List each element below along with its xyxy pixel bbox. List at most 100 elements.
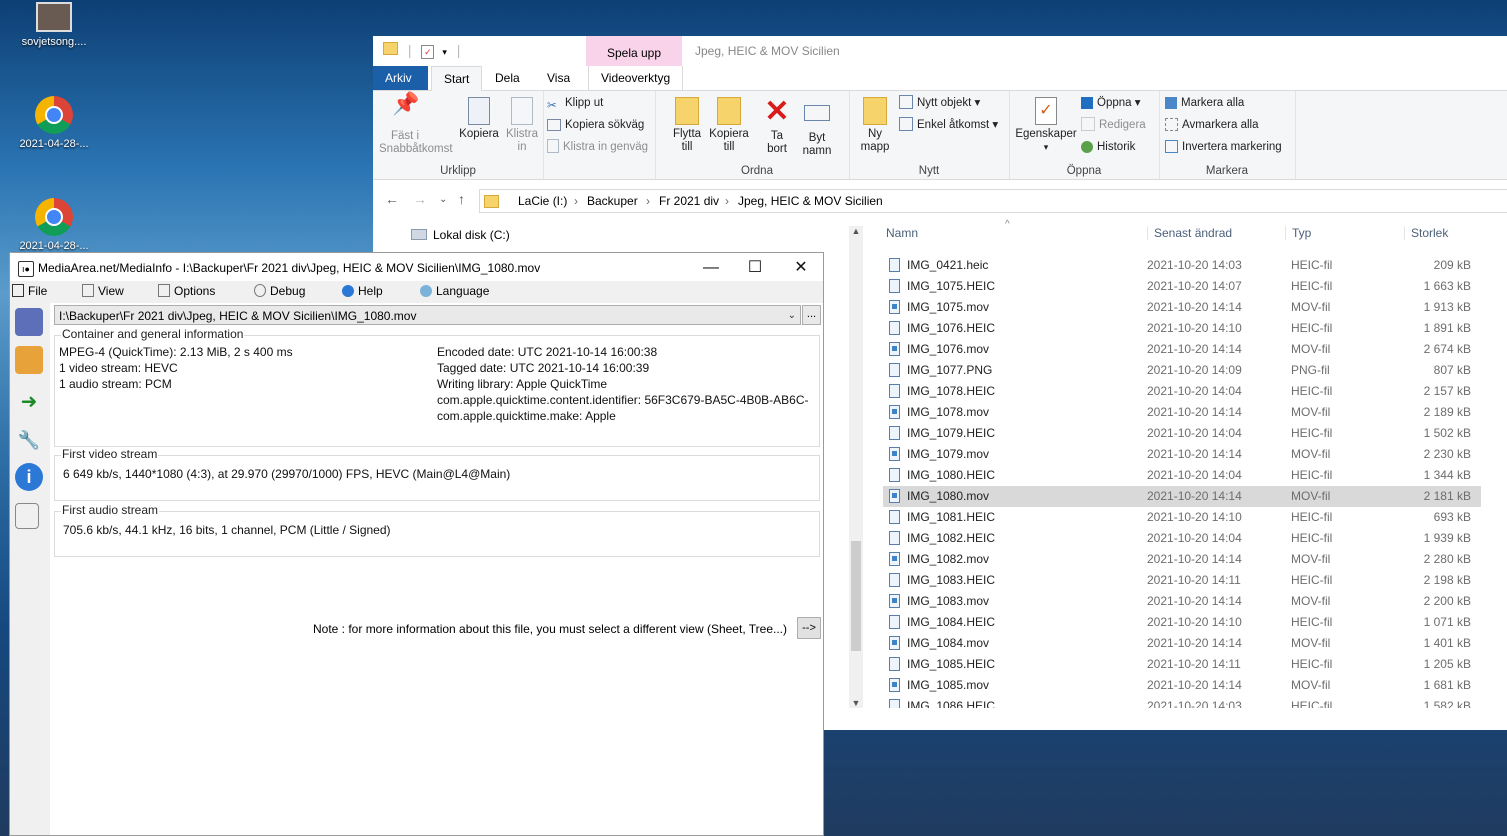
file-date: 2021-10-20 14:07 — [1147, 279, 1242, 293]
file-row[interactable]: IMG_1076.HEIC 2021-10-20 14:10 HEIC-fil 1 8… — [883, 318, 1481, 339]
file-name: IMG_1083.HEIC — [907, 573, 996, 587]
video-stream-box: First video stream 6 649 kb/s, 1440*1080… — [54, 447, 820, 501]
file-type: HEIC-fil — [1291, 384, 1333, 398]
menu-file[interactable]: File — [12, 284, 47, 298]
chrome-icon — [35, 198, 73, 236]
file-row[interactable]: IMG_1076.mov 2021-10-20 14:14 MOV-fil 2 674… — [883, 339, 1481, 360]
file-size: 2 230 kB — [1423, 447, 1471, 461]
file-size: 209 kB — [1433, 258, 1471, 272]
video-file-icon — [889, 552, 900, 566]
file-type: HEIC-fil — [1291, 657, 1333, 671]
file-type: MOV-fil — [1291, 342, 1331, 356]
file-size: 2 157 kB — [1423, 384, 1471, 398]
view-note: Note : for more information about this f… — [313, 622, 787, 636]
file-type: HEIC-fil — [1291, 468, 1333, 482]
minimize-button[interactable]: — — [696, 257, 726, 279]
file-name: IMG_1083.mov — [907, 594, 990, 608]
file-row[interactable]: IMG_1075.mov 2021-10-20 14:14 MOV-fil 1 913… — [883, 297, 1481, 318]
file-size: 1 401 kB — [1423, 636, 1471, 650]
file-type: HEIC-fil — [1291, 426, 1333, 440]
file-row[interactable]: IMG_1079.mov 2021-10-20 14:14 MOV-fil 2 230… — [883, 444, 1481, 465]
file-size: 2 181 kB — [1423, 489, 1471, 503]
mediainfo-sidebar: ➜ 🔧 i — [10, 303, 50, 835]
file-type: HEIC-fil — [1291, 510, 1333, 524]
menubar: File View Options Debug Help Language — [10, 281, 823, 303]
file-row[interactable]: IMG_1080.mov 2021-10-20 14:14 MOV-fil 2 181… — [883, 486, 1481, 507]
debug-menu-icon — [254, 284, 266, 297]
file-row[interactable]: IMG_1077.PNG 2021-10-20 14:09 PNG-fil 807 k… — [883, 360, 1481, 381]
file-size: 1 502 kB — [1423, 426, 1471, 440]
file-path-select[interactable]: I:\Backuper\Fr 2021 div\Jpeg, HEIC & MOV… — [54, 305, 801, 325]
file-date: 2021-10-20 14:03 — [1147, 699, 1242, 708]
file-row[interactable]: IMG_1080.HEIC 2021-10-20 14:04 HEIC-fil 1 3… — [883, 465, 1481, 486]
file-size: 1 663 kB — [1423, 279, 1471, 293]
file-row[interactable]: IMG_1083.HEIC 2021-10-20 14:11 HEIC-fil 2 1… — [883, 570, 1481, 591]
file-row[interactable]: IMG_1078.HEIC 2021-10-20 14:04 HEIC-fil 2 1… — [883, 381, 1481, 402]
file-menu-icon — [12, 284, 24, 297]
video-thumbnail — [36, 2, 72, 32]
file-row[interactable]: IMG_1082.HEIC 2021-10-20 14:04 HEIC-fil 1 9… — [883, 528, 1481, 549]
file-row[interactable]: IMG_1085.HEIC 2021-10-20 14:11 HEIC-fil 1 2… — [883, 654, 1481, 675]
file-row[interactable]: IMG_1083.mov 2021-10-20 14:14 MOV-fil 2 200… — [883, 591, 1481, 612]
image-file-icon — [889, 426, 900, 440]
maximize-button[interactable]: ☐ — [740, 257, 770, 279]
knowledge-base-icon[interactable] — [15, 503, 39, 529]
file-size: 2 189 kB — [1423, 405, 1471, 419]
file-name: IMG_1086.HEIC — [907, 699, 996, 708]
file-size: 1 913 kB — [1423, 300, 1471, 314]
desktop-icon-video[interactable]: sovjetsong.... — [14, 2, 94, 48]
file-row[interactable]: IMG_1079.HEIC 2021-10-20 14:04 HEIC-fil 1 5… — [883, 423, 1481, 444]
file-row[interactable]: IMG_1086.HEIC 2021-10-20 14:03 HEIC-fil 1 5… — [883, 696, 1481, 708]
video-stream-text: 6 649 kb/s, 1440*1080 (4:3), at 29.970 (… — [63, 467, 511, 481]
desktop-icon-chrome-1[interactable]: 2021-04-28-... — [14, 96, 94, 150]
image-file-icon — [889, 531, 900, 545]
file-row[interactable]: IMG_1085.mov 2021-10-20 14:14 MOV-fil 1 681… — [883, 675, 1481, 696]
file-row[interactable]: IMG_1078.mov 2021-10-20 14:14 MOV-fil 2 189… — [883, 402, 1481, 423]
file-row[interactable]: IMG_1084.mov 2021-10-20 14:14 MOV-fil 1 401… — [883, 633, 1481, 654]
menu-help[interactable]: Help — [342, 284, 383, 298]
browse-button[interactable]: ... — [802, 305, 821, 325]
file-size: 693 kB — [1433, 510, 1471, 524]
file-date: 2021-10-20 14:14 — [1147, 594, 1242, 608]
open-folder-icon[interactable] — [15, 346, 43, 374]
next-view-button[interactable]: --> — [797, 617, 821, 639]
file-type: MOV-fil — [1291, 489, 1331, 503]
open-file-icon[interactable] — [15, 308, 43, 336]
mediainfo-titlebar: ı● MediaArea.net/MediaInfo - I:\Backuper… — [10, 253, 823, 283]
file-row[interactable]: IMG_1084.HEIC 2021-10-20 14:10 HEIC-fil 1 0… — [883, 612, 1481, 633]
file-size: 807 kB — [1433, 363, 1471, 377]
file-type: HEIC-fil — [1291, 258, 1333, 272]
menu-options[interactable]: Options — [158, 284, 215, 298]
info-icon[interactable]: i — [15, 463, 43, 491]
help-menu-icon — [342, 285, 354, 297]
file-name: IMG_0421.heic — [907, 258, 989, 272]
image-file-icon — [889, 258, 900, 272]
file-date: 2021-10-20 14:04 — [1147, 384, 1242, 398]
file-name: IMG_1084.mov — [907, 636, 990, 650]
video-file-icon — [889, 300, 900, 314]
close-button[interactable]: ✕ — [786, 257, 816, 279]
chevron-down-icon: ⌄ — [787, 310, 796, 321]
file-type: HEIC-fil — [1291, 699, 1333, 708]
menu-language[interactable]: Language — [420, 284, 489, 298]
file-name: IMG_1081.HEIC — [907, 510, 996, 524]
file-type: HEIC-fil — [1291, 573, 1333, 587]
export-icon[interactable]: ➜ — [15, 388, 43, 416]
tools-icon[interactable]: 🔧 — [15, 426, 43, 454]
file-row[interactable]: IMG_0421.heic 2021-10-20 14:03 HEIC-fil 209… — [883, 255, 1481, 276]
desktop-icon-chrome-2[interactable]: 2021-04-28-... — [14, 198, 94, 252]
image-file-icon — [889, 615, 900, 629]
file-row[interactable]: IMG_1075.HEIC 2021-10-20 14:07 HEIC-fil 1 6… — [883, 276, 1481, 297]
video-file-icon — [889, 636, 900, 650]
file-row[interactable]: IMG_1081.HEIC 2021-10-20 14:10 HEIC-fil 693… — [883, 507, 1481, 528]
file-name: IMG_1079.HEIC — [907, 426, 996, 440]
file-size: 1 582 kB — [1423, 699, 1471, 708]
general-info-title: Container and general information — [61, 327, 245, 341]
file-name: IMG_1080.HEIC — [907, 468, 996, 482]
file-name: IMG_1078.mov — [907, 405, 990, 419]
audio-stream-text: 705.6 kb/s, 44.1 kHz, 16 bits, 1 channel… — [63, 523, 391, 537]
file-date: 2021-10-20 14:11 — [1147, 573, 1241, 587]
file-row[interactable]: IMG_1082.mov 2021-10-20 14:14 MOV-fil 2 280… — [883, 549, 1481, 570]
menu-debug[interactable]: Debug — [254, 284, 305, 298]
menu-view[interactable]: View — [82, 284, 124, 298]
